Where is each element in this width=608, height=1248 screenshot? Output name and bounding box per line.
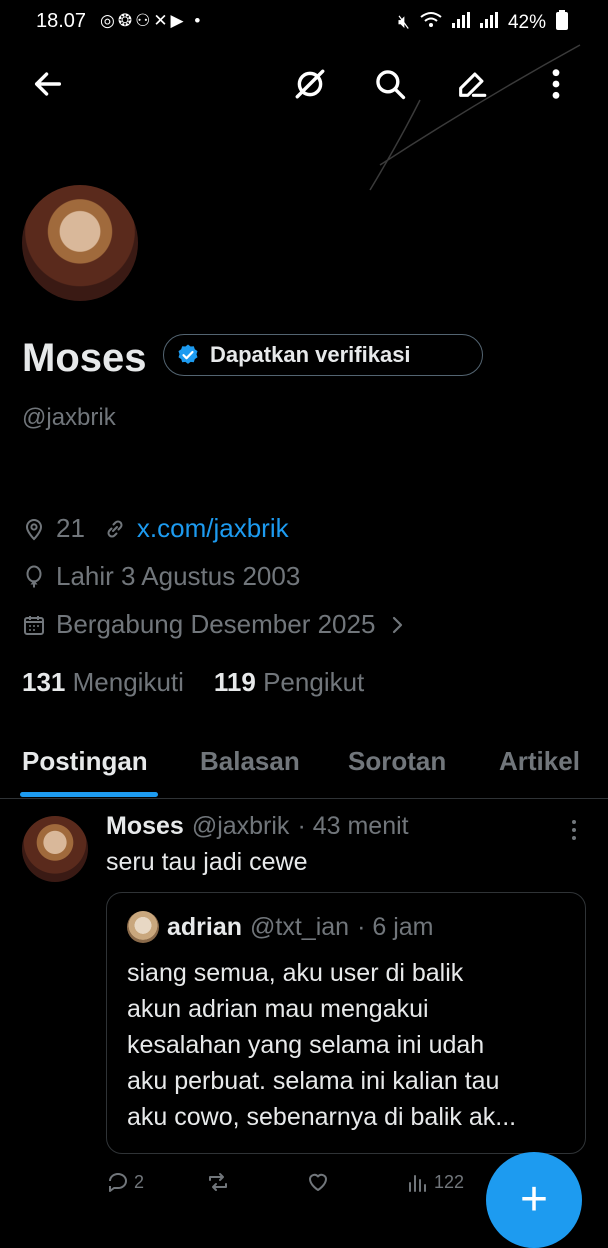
wifi-icon — [420, 11, 442, 35]
follow-stats: 131 Mengikuti 119 Pengikut — [22, 667, 364, 698]
post-more-button[interactable] — [562, 818, 586, 842]
more-vertical-icon — [572, 820, 576, 840]
joined-text: Bergabung Desember 2025 — [56, 609, 376, 639]
notification-icons: ◎❂⚇✕▶ • — [100, 11, 204, 30]
arrow-left-icon — [34, 72, 62, 96]
quoted-avatar — [127, 911, 159, 943]
location-text: 21 — [56, 513, 85, 543]
website-link[interactable]: x.com/jaxbrik — [137, 513, 289, 544]
quoted-text: siang semua, aku user di balik akun adri… — [127, 955, 577, 1135]
signal-icon-2 — [479, 12, 498, 34]
back-button[interactable] — [28, 64, 68, 104]
get-verified-button[interactable]: Dapatkan verifikasi — [163, 334, 483, 376]
quoted-author-name: adrian — [167, 912, 243, 941]
reply-count: 2 — [134, 1171, 145, 1192]
heart-icon — [309, 1173, 327, 1191]
quoted-author-handle: @txt_ian — [250, 912, 350, 941]
tab-balasan[interactable]: Balasan — [200, 746, 300, 777]
quoted-post[interactable]: adrian @txt_ian · 6 jam siang semua, aku… — [106, 892, 586, 1154]
birthday-text: Lahir 3 Agustus 2003 — [56, 561, 301, 591]
link-icon — [107, 519, 123, 538]
quoted-line: aku cowo, sebenarnya di balik ak... — [127, 1103, 517, 1131]
quoted-line: aku perbuat. selama ini kalian tau — [127, 1067, 500, 1095]
repost-icon — [209, 1173, 227, 1191]
mute-icon: 🔇︎ — [397, 12, 410, 33]
active-tab-indicator — [20, 792, 158, 797]
banner-scribble — [369, 44, 581, 191]
tab-artikel[interactable]: Artikel — [499, 746, 580, 777]
signal-icon — [451, 12, 470, 34]
grok-button[interactable] — [290, 64, 330, 104]
battery-icon — [556, 10, 568, 36]
tab-sorotan[interactable]: Sorotan — [348, 746, 446, 777]
quoted-line: akun adrian mau mengakui — [127, 995, 429, 1023]
profile-name: Moses — [22, 336, 147, 380]
post-text: seru tau jadi cewe — [106, 848, 308, 876]
quoted-time: · 6 jam — [357, 912, 434, 941]
quoted-post-header: adrian @txt_ian · 6 jam — [127, 911, 433, 943]
balloon-icon — [26, 565, 42, 587]
system-icons: 🔇︎ 42% — [398, 10, 568, 36]
chevron-right-icon — [393, 616, 403, 633]
quoted-line: kesalahan yang selama ini udah — [127, 1031, 485, 1059]
following-link[interactable]: 131 Mengikuti — [22, 667, 184, 698]
followers-label: Pengikut — [263, 667, 365, 697]
post-author-name[interactable]: Moses — [106, 812, 184, 841]
views-icon — [409, 1175, 426, 1192]
profile-meta-row-1: 21 x.com/jaxbrik — [22, 513, 289, 544]
post-header: Moses @jaxbrik · 43 menit — [106, 812, 409, 841]
profile-meta-row-2: Lahir 3 Agustus 2003 — [22, 561, 300, 592]
quoted-line: siang semua, aku user di balik — [127, 959, 464, 987]
following-count: 131 — [22, 667, 66, 697]
views-button[interactable]: 122 — [406, 1170, 464, 1194]
battery-level: 42% — [507, 12, 546, 33]
get-verified-label: Dapatkan verifikasi — [210, 342, 411, 367]
status-time: 18.07 — [36, 10, 87, 32]
reply-button[interactable]: 2 — [106, 1170, 144, 1194]
post-author-handle[interactable]: @jaxbrik — [192, 812, 290, 841]
verified-badge-icon — [178, 344, 198, 364]
profile-handle: @jaxbrik — [22, 404, 116, 431]
followers-count: 119 — [213, 667, 256, 697]
post-avatar[interactable] — [22, 816, 88, 882]
profile-meta-row-3[interactable]: Bergabung Desember 2025 — [22, 609, 409, 640]
status-bar: 18.07 ◎❂⚇✕▶ • 🔇︎ 42% — [0, 0, 608, 44]
calendar-icon — [24, 615, 44, 635]
grok-icon — [295, 69, 325, 99]
reply-icon — [109, 1173, 127, 1192]
followers-link[interactable]: 119 Pengikut — [214, 667, 364, 698]
following-label: Mengikuti — [72, 667, 184, 697]
like-button[interactable] — [306, 1170, 330, 1194]
repost-button[interactable] — [206, 1170, 230, 1194]
post-time: · 43 menit — [297, 812, 409, 840]
profile-avatar[interactable] — [22, 185, 138, 301]
tab-divider — [0, 798, 608, 799]
location-icon — [25, 518, 43, 540]
views-count: 122 — [434, 1171, 465, 1192]
compose-post-button[interactable]: + — [486, 1152, 582, 1248]
tab-postingan[interactable]: Postingan — [22, 746, 148, 777]
